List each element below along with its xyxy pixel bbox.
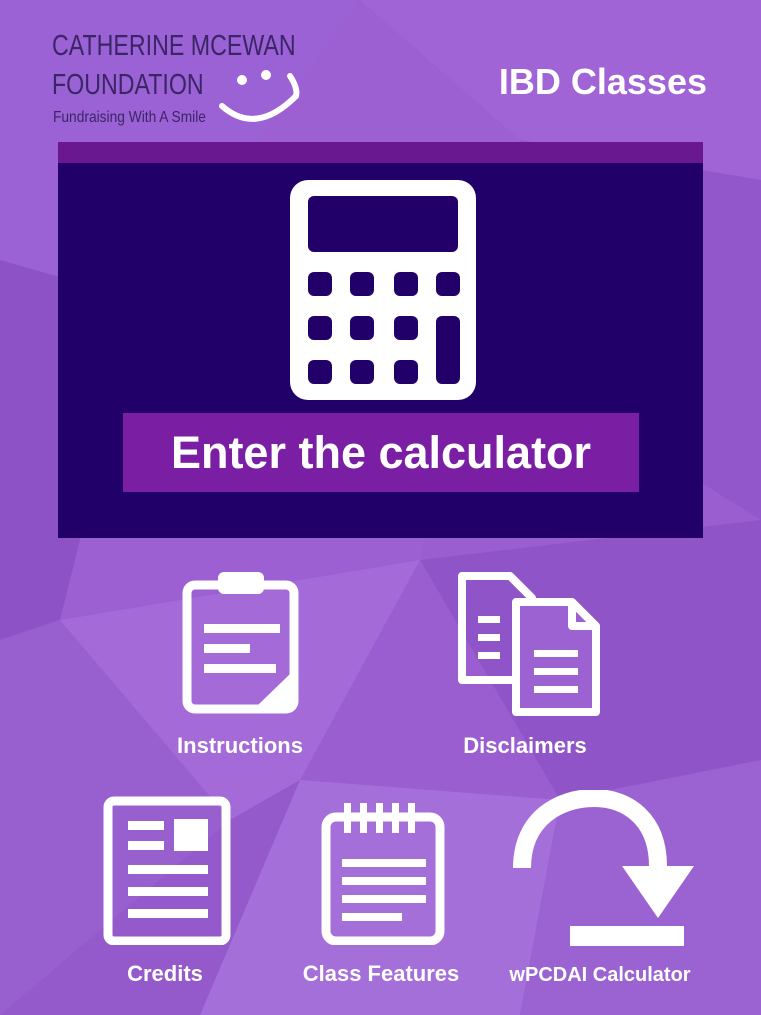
credits-label: Credits bbox=[127, 961, 203, 986]
hero-label: Enter the calculator bbox=[170, 426, 592, 478]
class-features-label: Class Features bbox=[302, 961, 460, 986]
newspaper-icon bbox=[103, 796, 231, 945]
wpcdai-calculator-label: wPCDAI Calculator bbox=[509, 964, 691, 986]
notepad-icon bbox=[321, 803, 445, 945]
hero-label-box: Enter the calculator bbox=[123, 413, 639, 492]
page-title: IBD Classes bbox=[498, 61, 707, 102]
clipboard-icon bbox=[182, 572, 299, 714]
class-features-button[interactable]: Class Features bbox=[290, 795, 472, 991]
curved-download-arrow-icon bbox=[513, 790, 694, 946]
instructions-button[interactable]: Instructions bbox=[160, 570, 320, 766]
hero-top-strip bbox=[58, 142, 703, 163]
enter-calculator-button[interactable]: Enter the calculator bbox=[58, 142, 703, 538]
smile-icon bbox=[219, 70, 300, 122]
logo-tagline: Fundraising With A Smile bbox=[53, 109, 206, 126]
logo-name-line2: FOUNDATION bbox=[52, 69, 204, 101]
foundation-logo: CATHERINE MCEWAN FOUNDATION Fundraising … bbox=[52, 28, 302, 132]
credits-button[interactable]: Credits bbox=[90, 795, 240, 991]
disclaimers-button[interactable]: Disclaimers bbox=[440, 570, 610, 766]
instructions-label: Instructions bbox=[177, 733, 303, 758]
calculator-icon bbox=[290, 180, 476, 400]
documents-icon bbox=[458, 572, 600, 716]
disclaimers-label: Disclaimers bbox=[463, 733, 587, 758]
wpcdai-calculator-button[interactable]: wPCDAI Calculator bbox=[500, 790, 700, 990]
logo-name-line1: CATHERINE MCEWAN bbox=[52, 30, 296, 62]
